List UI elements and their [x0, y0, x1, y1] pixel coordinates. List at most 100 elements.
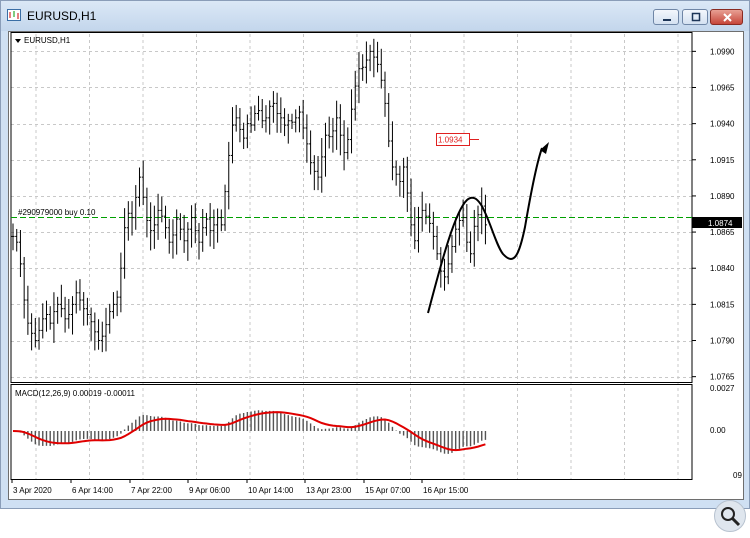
price-bar — [443, 258, 447, 291]
price-bar — [472, 209, 476, 267]
price-bar — [104, 307, 108, 352]
price-bar — [238, 108, 242, 143]
price-bar — [376, 41, 380, 73]
price-bar — [171, 219, 175, 259]
price-bar — [368, 44, 372, 72]
price-bar — [372, 38, 376, 78]
time-tick-label: 16 Apr 15:00 — [423, 486, 469, 495]
price-bar — [242, 122, 246, 150]
price-bar — [141, 160, 145, 206]
price-bar — [402, 157, 406, 198]
price-bar — [253, 105, 257, 131]
price-bar — [223, 184, 227, 231]
maximize-icon — [691, 12, 701, 22]
price-bar — [74, 280, 78, 314]
zoom-button[interactable] — [714, 500, 746, 532]
price-bar — [283, 108, 287, 137]
price-bar — [97, 319, 101, 350]
minimize-icon — [663, 19, 671, 21]
minimize-button[interactable] — [653, 9, 679, 25]
price-bar — [108, 303, 112, 334]
price-chart[interactable]: EURUSD,H1 MACD(12,26,9) 0.00019 -0.00011… — [9, 32, 743, 499]
price-bar — [234, 104, 238, 132]
price-bar — [361, 54, 365, 81]
price-bar — [446, 245, 450, 285]
price-bar — [435, 225, 439, 260]
price-bar — [457, 212, 461, 246]
price-bar — [316, 155, 320, 191]
price-bar — [164, 205, 168, 239]
price-bar — [78, 279, 82, 311]
price-tick-label: 1.0765 — [710, 373, 735, 382]
price-bar — [201, 209, 205, 252]
price-bar — [364, 41, 368, 84]
current-price-label: 1.0874 — [708, 219, 733, 228]
price-bar — [216, 208, 220, 243]
price-bar — [469, 231, 473, 263]
price-bar — [167, 218, 171, 254]
price-bar — [41, 303, 45, 339]
price-bar — [301, 99, 305, 140]
price-bar — [26, 285, 30, 335]
price-bar — [186, 222, 190, 261]
time-tick-label: 15 Apr 07:00 — [365, 486, 411, 495]
price-bar — [82, 292, 86, 326]
price-bar — [260, 99, 264, 129]
price-bar — [52, 292, 56, 343]
price-tick-label: 1.0815 — [710, 300, 735, 309]
price-tick-label: 1.0915 — [710, 156, 735, 165]
price-bar — [275, 92, 279, 133]
price-bar — [67, 298, 71, 329]
price-bar — [182, 214, 186, 253]
close-button[interactable] — [710, 9, 743, 25]
price-bar — [212, 209, 216, 249]
time-tick-label: 3 Apr 2020 — [13, 486, 52, 495]
maximize-button[interactable] — [682, 9, 708, 25]
price-tick-label: 1.0790 — [710, 337, 735, 346]
price-tick-label: 1.0865 — [710, 228, 735, 237]
price-bar — [387, 93, 391, 148]
macd-label: MACD(12,26,9) 0.00019 -0.00011 — [15, 389, 135, 398]
price-bar — [178, 213, 182, 241]
price-bar — [37, 317, 41, 350]
title-bar[interactable]: EURUSD,H1 — [1, 1, 749, 31]
price-bar — [335, 100, 339, 150]
price-bar — [11, 223, 15, 251]
price-bar — [323, 122, 327, 177]
price-bar — [44, 300, 48, 332]
price-bar — [342, 120, 346, 171]
price-bar — [22, 256, 26, 319]
time-tick-label: 7 Apr 22:00 — [131, 486, 172, 495]
macd-tick-label: 09 — [733, 471, 742, 480]
magnifier-icon — [721, 507, 741, 527]
price-bar — [190, 205, 194, 248]
price-bar — [197, 223, 201, 260]
price-tick-label: 1.0965 — [710, 83, 735, 92]
price-bar — [134, 185, 138, 230]
price-bar — [338, 104, 342, 156]
symbol-label: EURUSD,H1 — [24, 36, 71, 45]
target-price-label: 1.0934 — [438, 136, 463, 145]
order-label: #290979000 buy 0.10 — [18, 208, 96, 217]
price-bar — [483, 194, 487, 245]
chart-menu-arrow-icon[interactable] — [15, 39, 21, 43]
price-bar — [18, 230, 22, 277]
price-bar — [305, 114, 309, 163]
price-bar — [271, 91, 275, 123]
chart-area[interactable]: EURUSD,H1 MACD(12,26,9) 0.00019 -0.00011… — [8, 31, 746, 532]
window-title: EURUSD,H1 — [27, 9, 97, 23]
price-bar — [89, 307, 93, 341]
price-bar — [350, 89, 354, 154]
price-bar — [409, 178, 413, 237]
price-bar — [119, 252, 123, 313]
price-bar — [152, 205, 156, 249]
price-bar — [424, 203, 428, 225]
price-bar — [420, 191, 424, 232]
price-bar — [331, 117, 335, 153]
price-bar — [30, 313, 34, 351]
close-icon — [723, 13, 732, 22]
price-bar — [476, 205, 480, 242]
price-bar — [327, 116, 331, 149]
price-bar — [353, 70, 357, 121]
candles — [11, 38, 487, 353]
